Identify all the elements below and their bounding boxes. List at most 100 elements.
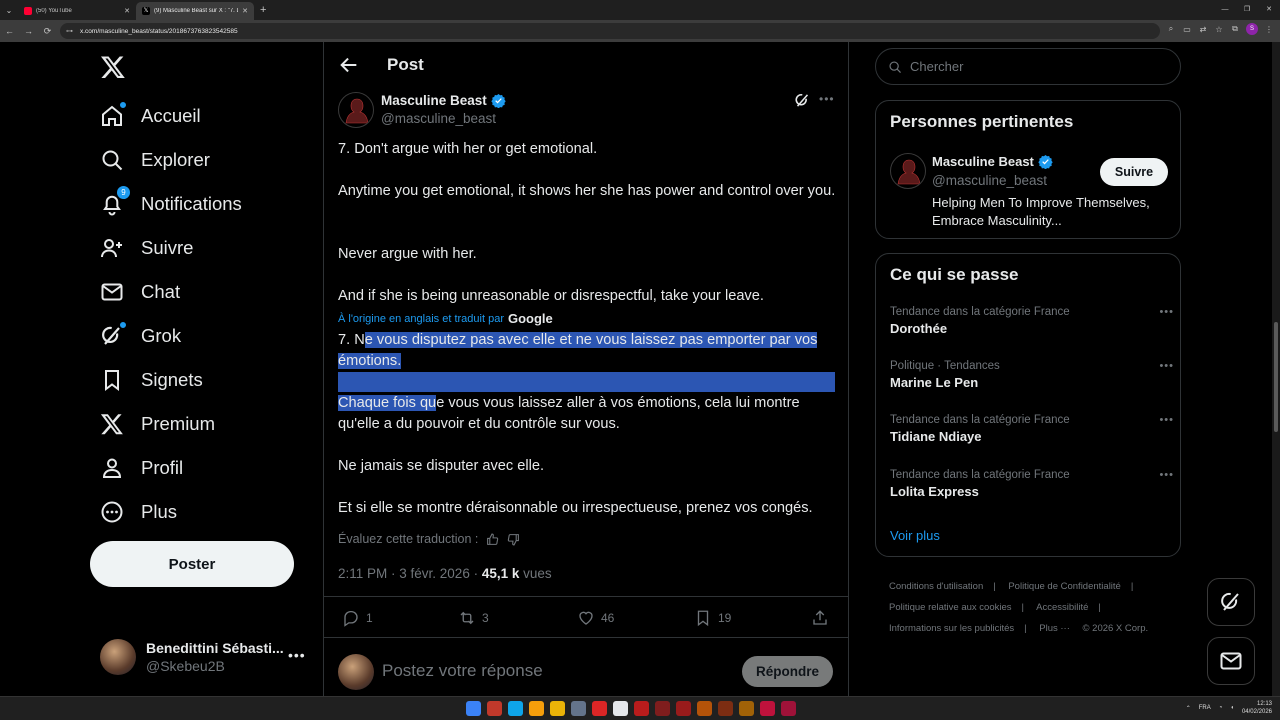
app-icon[interactable] (676, 701, 691, 716)
extensions-icon[interactable]: ⧉ (1230, 24, 1240, 34)
nav-profile[interactable]: Profil (100, 450, 183, 486)
trend-item[interactable]: Tendance dans la catégorie France Doroth… (890, 306, 1173, 336)
grok-icon[interactable] (794, 92, 811, 109)
bookmark-button[interactable]: 19 (694, 609, 731, 627)
more-options-icon[interactable]: ••• (1159, 414, 1174, 426)
nav-follow[interactable]: Suivre (100, 230, 193, 266)
nav-notifications[interactable]: 9 Notifications (100, 186, 242, 222)
zoom-icon[interactable]: ⌕ (1166, 24, 1176, 34)
author-name[interactable]: Masculine Beast (381, 93, 506, 108)
trend-item[interactable]: Tendance dans la catégorie France Tidian… (890, 414, 1173, 444)
tray-chevron-icon[interactable]: ⌃ (1186, 705, 1191, 712)
footer-link[interactable]: Politique de Confidentialité (1008, 581, 1121, 592)
app-icon[interactable] (592, 701, 607, 716)
app-icon[interactable] (718, 701, 733, 716)
reply-submit-button[interactable]: Répondre (742, 656, 833, 687)
clock[interactable]: 12:13 04/02/2026 (1242, 700, 1272, 716)
more-options-icon[interactable]: ••• (1159, 360, 1174, 372)
share-button[interactable] (811, 609, 835, 627)
post-time[interactable]: 2:11 PM · 3 févr. 2026 · (338, 566, 478, 581)
star-icon[interactable]: ☆ (1214, 25, 1224, 34)
reply-button[interactable]: 1 (342, 609, 373, 627)
footer-link[interactable]: Politique relative aux cookies (889, 602, 1012, 613)
app-icon[interactable] (760, 701, 775, 716)
footer-link[interactable]: Conditions d'utilisation (889, 581, 983, 592)
messages-floating-button[interactable] (1207, 637, 1255, 685)
app-icon[interactable] (655, 701, 670, 716)
back-arrow-icon[interactable] (338, 54, 360, 76)
app-icon[interactable] (487, 701, 502, 716)
close-tab-icon[interactable]: ✕ (242, 7, 248, 15)
author-avatar[interactable] (338, 92, 374, 128)
nav-explore[interactable]: Explorer (100, 142, 210, 178)
menu-icon[interactable]: ⋮ (1264, 25, 1274, 34)
reply-input[interactable]: Postez votre réponse (382, 661, 543, 681)
nav-bookmarks[interactable]: Signets (100, 362, 203, 398)
more-options-icon[interactable]: ••• (288, 647, 306, 663)
nav-grok[interactable]: Grok (100, 318, 181, 354)
browser-tab-x[interactable]: 𝕏 (9) Masculine Beast sur X : "7. D ✕ (136, 2, 254, 20)
page-scrollbar[interactable] (1272, 42, 1280, 696)
forward-icon[interactable]: → (19, 26, 38, 36)
account-switcher[interactable]: Benedittini Sébasti... @Skebeu2B ••• (100, 639, 310, 675)
app-icon[interactable] (781, 701, 796, 716)
x-logo-icon[interactable] (100, 54, 126, 80)
tab-search-icon[interactable]: ⌄ (0, 0, 18, 20)
thumbs-down-icon[interactable] (507, 533, 520, 546)
author-handle[interactable]: @masculine_beast (381, 111, 496, 126)
reload-icon[interactable]: ⟳ (38, 26, 57, 37)
grok-floating-button[interactable] (1207, 578, 1255, 626)
language-indicator[interactable]: FRA (1199, 705, 1211, 711)
post-button[interactable]: Poster (90, 541, 294, 587)
translate-icon[interactable]: ⇄ (1198, 25, 1208, 34)
app-icon[interactable] (613, 701, 628, 716)
follow-button[interactable]: Suivre (1100, 158, 1168, 186)
footer-link[interactable]: Accessibilité (1036, 602, 1088, 613)
browser-tab-youtube[interactable]: (50) YouTube ✕ (18, 2, 136, 20)
chrome-icon[interactable] (529, 701, 544, 716)
site-info-icon[interactable]: ⊶ (66, 27, 74, 35)
windows-start-icon[interactable] (466, 701, 481, 716)
nav-chat[interactable]: Chat (100, 274, 180, 310)
more-options-icon[interactable]: ••• (1159, 469, 1174, 481)
thumbs-up-icon[interactable] (486, 533, 499, 546)
app-icon[interactable] (571, 701, 586, 716)
minimize-icon[interactable]: — (1214, 0, 1236, 20)
see-more-link[interactable]: Voir plus (890, 528, 940, 543)
volume-icon[interactable]: ◖ (1230, 705, 1234, 711)
trend-item[interactable]: Tendance dans la catégorie France Lolita… (890, 469, 1173, 499)
app-icon[interactable] (634, 701, 649, 716)
repost-button[interactable]: 3 (458, 609, 489, 627)
view-label: vues (523, 566, 552, 581)
app-icon[interactable] (697, 701, 712, 716)
text-plain: 7. N (338, 332, 365, 348)
restore-icon[interactable]: ❐ (1236, 0, 1258, 20)
nav-more[interactable]: Plus (100, 494, 177, 530)
scrollbar-thumb[interactable] (1274, 322, 1278, 432)
address-bar[interactable]: ⊶ x.com/masculine_beast/status/201867376… (60, 23, 1160, 39)
more-options-icon[interactable]: ••• (819, 92, 835, 106)
relevant-name[interactable]: Masculine Beast (932, 154, 1053, 169)
like-button[interactable]: 46 (577, 609, 614, 627)
edge-icon[interactable] (508, 701, 523, 716)
folder-icon[interactable] (550, 701, 565, 716)
cast-icon[interactable]: ▭ (1182, 25, 1192, 34)
new-tab-icon[interactable]: + (260, 4, 266, 16)
nav-premium[interactable]: Premium (100, 406, 215, 442)
network-icon[interactable]: ◔ (1219, 705, 1223, 711)
author-avatar[interactable] (890, 153, 926, 189)
close-tab-icon[interactable]: ✕ (124, 7, 130, 15)
footer-link[interactable]: Informations sur les publicités (889, 623, 1014, 634)
more-options-icon[interactable]: ••• (1159, 306, 1174, 318)
search-input[interactable]: Chercher (875, 48, 1181, 85)
translation-notice[interactable]: À l'origine en anglais et traduit par Go… (338, 311, 553, 326)
app-icon[interactable] (739, 701, 754, 716)
footer-link[interactable]: Plus ··· (1039, 623, 1070, 634)
close-window-icon[interactable]: ✕ (1258, 0, 1280, 20)
back-icon[interactable]: ← (0, 26, 19, 36)
trend-item[interactable]: Politique · Tendances Marine Le Pen ••• (890, 360, 1173, 390)
profile-avatar-icon[interactable]: S (1246, 23, 1258, 35)
nav-home[interactable]: Accueil (100, 98, 201, 134)
relevant-handle[interactable]: @masculine_beast (932, 173, 1047, 188)
browser-tools: ⌕ ▭ ⇄ ☆ ⧉ S ⋮ (1166, 23, 1274, 35)
